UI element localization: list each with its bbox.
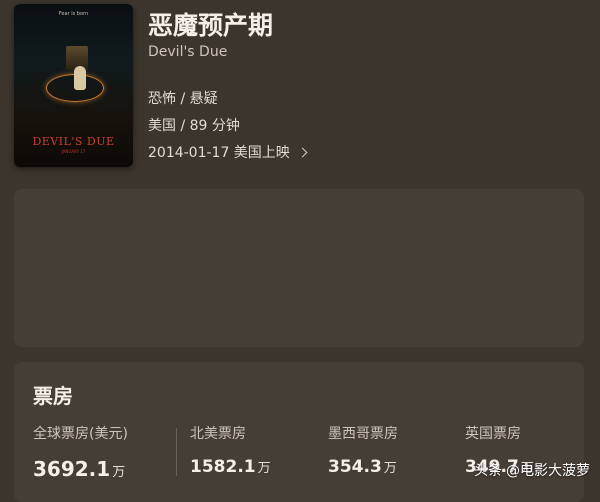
box-office-title: 票房 [33,384,73,408]
watermark: 头条 @电影大菠萝 [474,460,590,480]
stat-value: 354.3 [328,457,382,477]
box-office-card: 票房 全球票房(美元) 3692.1 万 北美票房 1582.1 万 墨西哥票房 3… [14,362,584,502]
stat-divider [176,428,177,476]
content-panel [14,189,584,347]
stat-unit: 万 [257,461,271,476]
stat-mexico: 墨西哥票房 354.3 万 [328,423,398,477]
release-date-link[interactable]: 2014-01-17 美国上映 [148,142,308,162]
chevron-right-icon [297,147,308,158]
stat-unit: 万 [112,465,126,480]
release-date-text: 2014-01-17 美国上映 [148,145,290,161]
watermark-handle: @电影大菠萝 [506,463,590,479]
poster-date: JANUARY 17 [61,149,86,154]
movie-country-duration: 美国 / 89 分钟 [148,118,240,134]
stat-value: 3692.1 [33,457,111,481]
poster-tagline: Fear is born [58,11,89,17]
stat-label: 北美票房 [190,426,246,442]
original-title: Devil's Due [148,44,228,60]
stat-label: 全球票房(美元) [33,426,128,442]
stat-value: 1582.1 [190,457,256,477]
stat-global: 全球票房(美元) 3692.1 万 [33,423,128,481]
stat-north-america: 北美票房 1582.1 万 [190,423,271,477]
stat-label: 英国票房 [465,426,521,442]
movie-poster[interactable]: Fear is born DEVIL'S DUE JANUARY 17 [14,4,133,167]
movie-title: 恶魔预产期 [148,11,274,40]
watermark-brand: 头条 [474,463,502,479]
stat-unit: 万 [383,461,397,476]
movie-genres: 恐怖 / 悬疑 [148,91,218,107]
poster-title: DEVIL'S DUE [32,135,115,148]
poster-figure [74,66,86,90]
stat-label: 墨西哥票房 [328,426,398,442]
